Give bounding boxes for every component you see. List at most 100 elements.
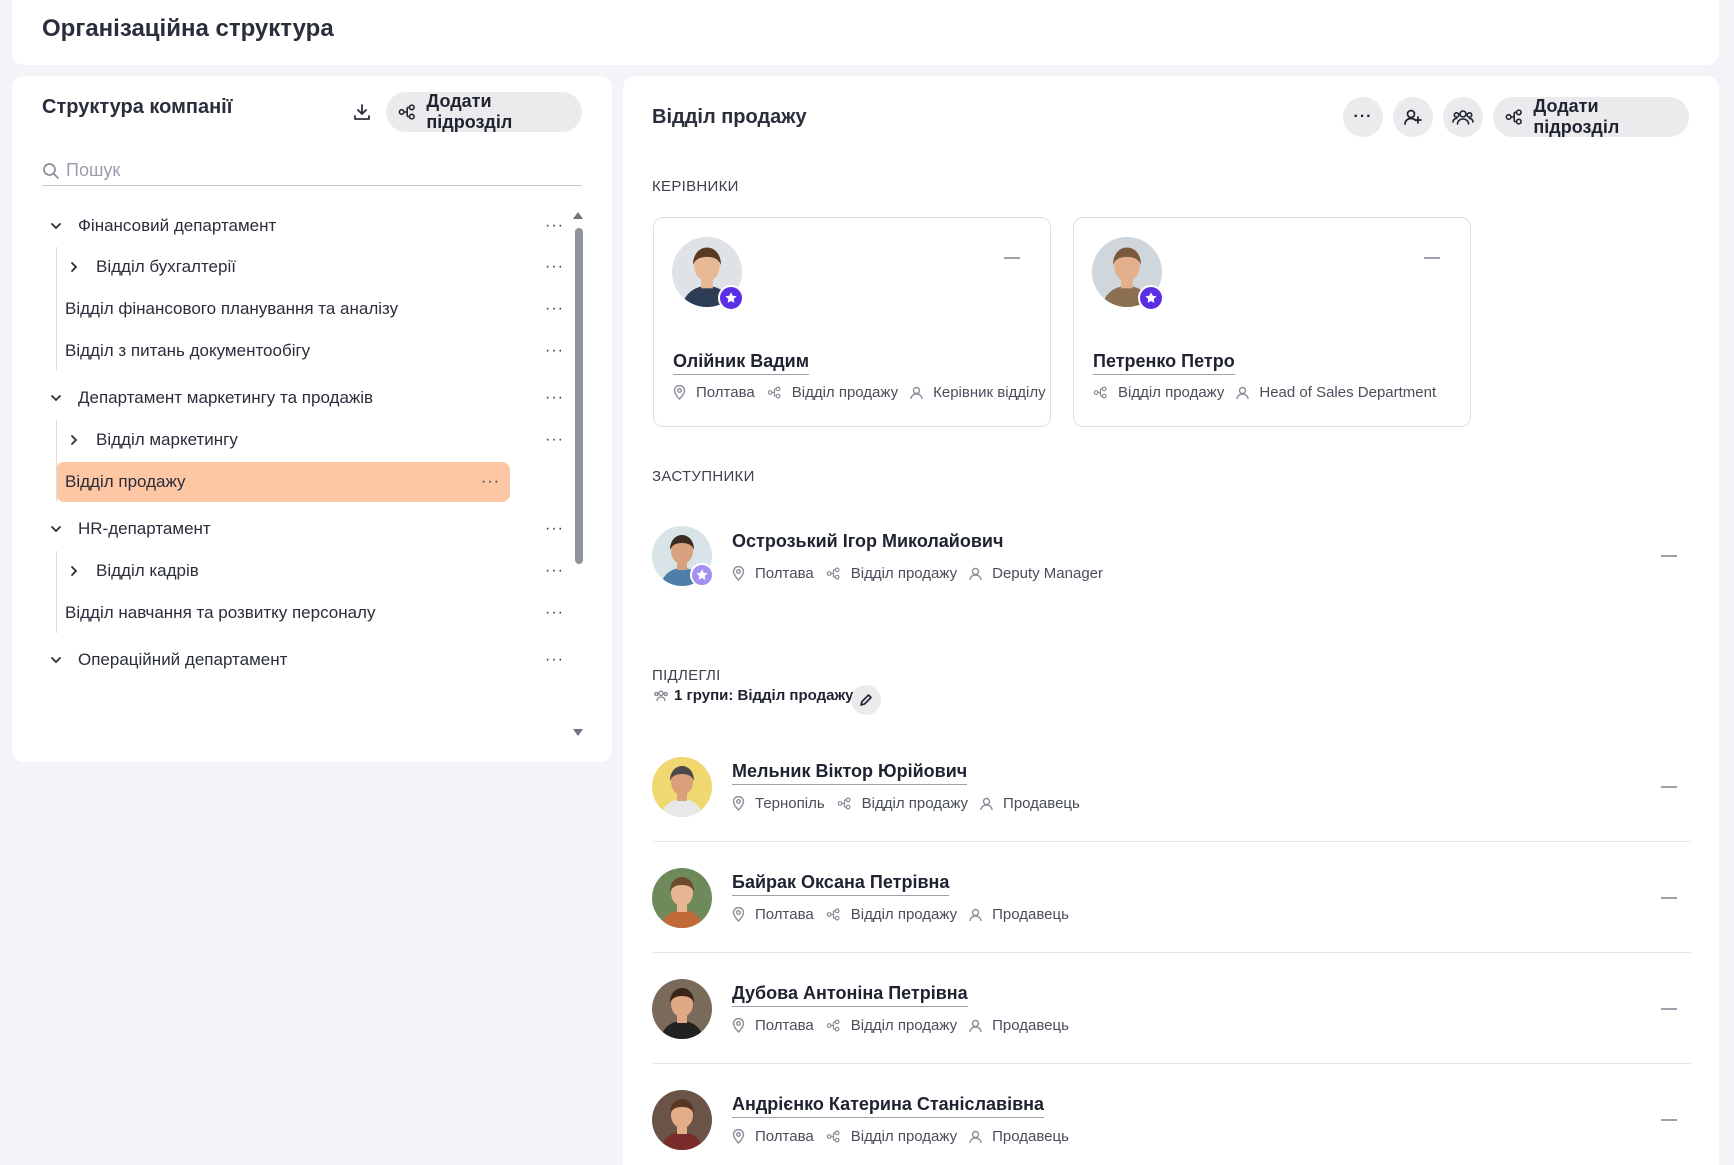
edit-groups-button[interactable] [851, 685, 881, 715]
tree-item-label: Відділ фінансового планування та аналізу [65, 299, 399, 318]
add-group-button[interactable] [1443, 97, 1483, 137]
tree-subdepartment[interactable]: Відділ продажу ··· [56, 462, 510, 502]
tree-department[interactable]: HR-департамент ··· [42, 509, 574, 549]
location-icon [673, 385, 691, 400]
scroll-thumb[interactable] [575, 228, 583, 564]
tree-item-label: Відділ бухгалтерії [96, 257, 236, 276]
tree-subdepartment[interactable]: Відділ маркетингу ··· [42, 420, 574, 460]
remove-icon[interactable] [1661, 786, 1677, 788]
more-icon[interactable]: ··· [545, 520, 564, 538]
person-name[interactable]: Мельник Віктор Юрійович [732, 761, 968, 785]
person-meta: Тернопіль Відділ продажу Продавець [732, 795, 1080, 812]
person-dept: Відділ продажу [850, 1017, 958, 1034]
remove-icon[interactable] [1661, 1008, 1677, 1010]
department-icon [767, 386, 787, 399]
person-name[interactable]: Дубова Антоніна Петрівна [732, 983, 968, 1007]
more-button[interactable]: ··· [1343, 97, 1383, 137]
person-name[interactable]: Олійник Вадим [673, 351, 810, 375]
more-icon[interactable]: ··· [545, 604, 564, 622]
download-icon[interactable] [344, 94, 380, 130]
chevron-down-icon[interactable] [44, 391, 68, 405]
more-icon[interactable]: ··· [545, 431, 564, 449]
pencil-icon [860, 694, 872, 706]
row-divider [653, 1063, 1691, 1064]
department-icon [1093, 386, 1113, 399]
tree-department[interactable]: Фінансовий департамент ··· [42, 206, 574, 246]
more-icon[interactable]: ··· [481, 473, 500, 491]
avatar [652, 868, 712, 928]
location-icon [732, 796, 750, 811]
person-role: Керівник відділу [933, 384, 1046, 401]
manager-card[interactable]: Петренко Петро Відділ продажу Head of Sale… [1073, 217, 1471, 427]
tree-subdepartment[interactable]: Відділ з питань документообігу ··· [42, 331, 574, 371]
department-icon [826, 567, 846, 580]
tree-subdepartment[interactable]: Відділ фінансового планування та аналізу… [42, 289, 574, 329]
person-meta: Відділ продажу Head of Sales Department [1093, 384, 1436, 401]
avatar [652, 757, 712, 817]
tree-department[interactable]: Операційний департамент ··· [42, 640, 574, 680]
more-icon[interactable]: ··· [545, 342, 564, 360]
person-role: Deputy Manager [992, 565, 1104, 582]
person-meta: Полтава Відділ продажу Продавець [732, 1017, 1069, 1034]
group-icon [1452, 110, 1474, 125]
person-name[interactable]: Петренко Петро [1093, 351, 1235, 375]
avatar [652, 979, 712, 1039]
add-person-icon [1404, 109, 1422, 125]
remove-icon[interactable] [1424, 257, 1440, 259]
more-icon[interactable]: ··· [545, 258, 564, 276]
tree-scrollbar[interactable] [572, 210, 584, 738]
remove-icon[interactable] [1661, 555, 1677, 557]
remove-icon[interactable] [1661, 1119, 1677, 1121]
scroll-down-icon[interactable] [572, 728, 584, 738]
chevron-down-icon[interactable] [44, 219, 68, 233]
tree-item-label: Відділ кадрів [96, 561, 199, 580]
person-role: Продавець [992, 1128, 1069, 1145]
person-role: Продавець [1003, 795, 1080, 812]
remove-icon[interactable] [1661, 897, 1677, 899]
more-icon[interactable]: ··· [545, 651, 564, 669]
person-name[interactable]: Байрак Оксана Петрівна [732, 872, 950, 896]
search-box[interactable] [42, 156, 582, 186]
department-panel: Відділ продажу ··· Додати підрозділ КЕРІ… [623, 76, 1719, 1165]
structure-title: Структура компанії [42, 96, 233, 118]
remove-icon[interactable] [1004, 257, 1020, 259]
chevron-right-icon[interactable] [62, 564, 86, 578]
star-badge-icon [690, 563, 714, 587]
tree-department[interactable]: Департамент маркетингу та продажів ··· [42, 378, 574, 418]
managers-label: КЕРІВНИКИ [652, 178, 739, 195]
more-icon[interactable]: ··· [545, 217, 564, 235]
role-icon [969, 1130, 987, 1144]
person-meta: Полтава Відділ продажу Керівник відділу [673, 384, 1046, 401]
more-icon[interactable]: ··· [545, 300, 564, 318]
location-icon [732, 1018, 750, 1033]
person-dept: Відділ продажу [791, 384, 899, 401]
search-icon [43, 162, 60, 179]
tree-subdepartment[interactable]: Відділ кадрів ··· [42, 551, 574, 591]
more-icon[interactable]: ··· [545, 389, 564, 407]
person-name[interactable]: Андрієнко Катерина Станіславівна [732, 1094, 1045, 1118]
chevron-right-icon[interactable] [62, 260, 86, 274]
hierarchy-icon [398, 104, 415, 120]
chevron-down-icon[interactable] [44, 522, 68, 536]
more-icon: ··· [1353, 108, 1373, 125]
scroll-up-icon[interactable] [572, 210, 584, 220]
tree-subdepartment[interactable]: Відділ бухгалтерії ··· [42, 247, 574, 287]
more-icon[interactable]: ··· [545, 562, 564, 580]
person-role: Head of Sales Department [1259, 384, 1437, 401]
row-divider [653, 841, 1691, 842]
manager-card[interactable]: Олійник Вадим Полтава Відділ продажу Керівн… [653, 217, 1051, 427]
department-icon [826, 1019, 846, 1032]
page-title: Організаційна структура [42, 15, 334, 42]
person-city: Полтава [755, 565, 814, 582]
tree-item-label: Відділ навчання та розвитку персоналу [65, 603, 376, 622]
add-person-button[interactable] [1393, 97, 1433, 137]
location-icon [732, 907, 750, 922]
structure-panel: Структура компанії Додати підрозділ Фіна… [12, 76, 612, 762]
tree-subdepartment[interactable]: Відділ навчання та розвитку персоналу ··· [42, 593, 574, 633]
chevron-right-icon[interactable] [62, 433, 86, 447]
add-subdivision-button[interactable]: Додати підрозділ [386, 91, 582, 132]
search-input[interactable] [66, 160, 546, 181]
chevron-down-icon[interactable] [44, 653, 68, 667]
person-name[interactable]: Острозький Ігор Миколайович [732, 531, 1003, 554]
add-subdivision-button-right[interactable]: Додати підрозділ [1493, 96, 1689, 137]
